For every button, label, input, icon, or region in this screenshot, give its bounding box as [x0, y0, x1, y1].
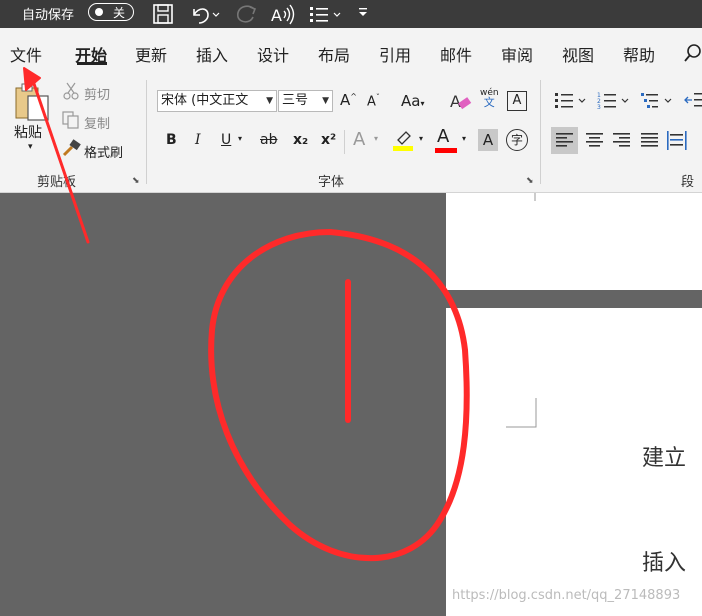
annotation-arrow-head — [23, 67, 41, 91]
annotation-overlay — [23, 67, 470, 562]
annotation-arrow-shaft — [30, 76, 90, 244]
annotation-circle — [208, 229, 470, 562]
